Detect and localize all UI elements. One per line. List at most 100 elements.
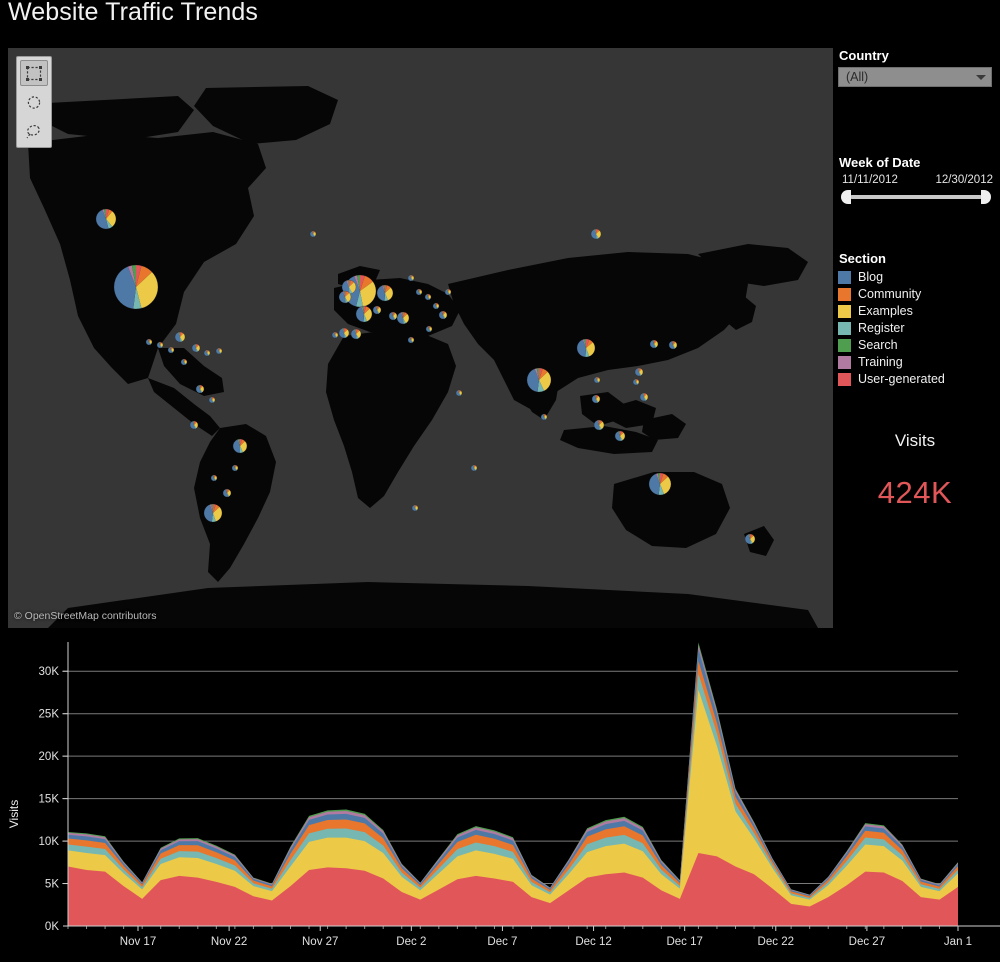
map-pie-marker[interactable] [203,349,211,357]
map-selection-toolbar[interactable] [16,56,52,148]
area-chart-svg[interactable]: 0K 5K 10K 15K 20K 25K 30K Nov 17 Nov 22 Nov 27 De… [0,636,1000,962]
slider-track[interactable] [850,195,982,199]
chevron-down-icon [976,74,986,80]
map-panel[interactable]: © OpenStreetMap contributors [8,48,833,628]
map-pie-marker[interactable] [113,264,159,310]
x-axis-tick-label: Dec 27 [849,936,885,948]
map-pie-marker[interactable] [167,346,175,354]
map-pie-marker[interactable] [432,302,440,310]
map-pie-marker[interactable] [591,394,601,404]
map-pie-marker[interactable] [180,358,188,366]
map-pie-marker[interactable] [95,208,117,230]
map-pie-marker[interactable] [639,392,649,402]
map-pie-marker[interactable] [338,327,350,339]
map-pie-marker[interactable] [590,228,602,240]
map-pie-marker[interactable] [331,331,339,339]
map-pie-marker[interactable] [411,504,419,512]
map-pie-marker[interactable] [191,343,201,353]
legend-title: Section [839,251,886,266]
map-pie-marker[interactable] [407,274,415,282]
map-pie-marker[interactable] [470,464,478,472]
map-pie-marker[interactable] [203,503,223,523]
map-pie-marker[interactable] [668,340,678,350]
x-axis-tick-label: Nov 17 [120,936,156,948]
map-pie-marker[interactable] [174,331,186,343]
legend-item-blog[interactable]: Blog [838,270,996,284]
kpi-label: Visits [894,431,936,450]
date-range-slider[interactable] [841,190,991,204]
legend-label: Examples [858,304,913,318]
map-pie-marker[interactable] [648,472,672,496]
map-pie-marker[interactable] [649,339,659,349]
map-pie-marker[interactable] [208,396,216,404]
legend-item-community[interactable]: Community [838,287,996,301]
y-axis-tick-label: 30K [39,666,60,678]
map-pie-marker[interactable] [215,347,223,355]
legend-swatch [838,321,851,335]
rectangle-select-tool[interactable] [20,60,48,86]
map-pie-marker[interactable] [376,284,394,302]
legend-swatch [838,355,851,369]
map-pie-marker[interactable] [424,293,432,301]
radial-select-tool[interactable] [20,89,48,115]
legend-label: User-generated [858,372,945,386]
map-pie-marker[interactable] [231,464,239,472]
legend-item-user-generated[interactable]: User-generated [838,372,996,386]
map-pie-marker[interactable] [438,310,448,320]
legend-item-register[interactable]: Register [838,321,996,335]
slider-handle-left[interactable] [841,190,851,204]
map-pie-marker[interactable] [455,389,463,397]
y-axis-tick-label: 5K [45,879,59,891]
legend-item-examples[interactable]: Examples [838,304,996,318]
map-pie-marker[interactable] [222,488,232,498]
date-filter-label: Week of Date [839,155,921,170]
map-pie-marker[interactable] [744,533,756,545]
map-pie-marker[interactable] [593,419,605,431]
legend-item-training[interactable]: Training [838,355,996,369]
map-pie-marker[interactable] [338,290,352,304]
map-pie-marker[interactable] [232,438,248,454]
map-pie-marker[interactable] [632,378,640,386]
map-pie-marker[interactable] [444,288,452,296]
map-pie-marker[interactable] [407,336,415,344]
map-pie-marker[interactable] [388,311,398,321]
legend-swatch [838,270,851,284]
map-pie-marker[interactable] [145,338,153,346]
x-axis-tick-label: Dec 2 [396,936,426,948]
section-legend: Section Blog Community Examples Register Sea… [838,251,996,386]
slider-handle-right[interactable] [981,190,991,204]
x-axis-tick-label: Jan 1 [944,936,972,948]
map-pie-marker[interactable] [309,230,317,238]
lasso-select-tool[interactable] [20,118,48,144]
date-range-endpoints: 11/11/2012 12/30/2012 [842,174,993,186]
map-pie-marker[interactable] [195,384,205,394]
map-attribution: © OpenStreetMap contributors [14,610,157,622]
map-pie-marker[interactable] [415,288,423,296]
legend-swatch [838,287,851,301]
country-dropdown[interactable]: (All) [838,67,992,87]
map-pie-marker[interactable] [540,413,548,421]
world-map[interactable] [8,48,833,628]
page-title: Website Traffic Trends [8,0,258,26]
legend-item-search[interactable]: Search [838,338,996,352]
y-axis-tick-label: 20K [39,751,60,763]
map-pie-marker[interactable] [355,305,373,323]
map-pie-marker[interactable] [210,474,218,482]
map-pie-marker[interactable] [614,430,626,442]
map-pie-marker[interactable] [156,341,164,349]
map-pie-marker[interactable] [526,367,552,393]
map-pie-marker[interactable] [372,305,382,315]
y-axis-tick-label: 0K [45,921,59,933]
map-pie-marker[interactable] [634,367,644,377]
legend-items: Blog Community Examples Register Search Train… [838,270,996,386]
legend-swatch [838,338,851,352]
chart-area-series[interactable] [68,642,958,926]
map-pie-marker[interactable] [425,325,433,333]
visits-over-time-chart[interactable]: 0K 5K 10K 15K 20K 25K 30K Nov 17 Nov 22 Nov 27 De… [0,636,1000,962]
map-pie-marker[interactable] [593,376,601,384]
map-pie-marker[interactable] [350,328,362,340]
map-pie-marker[interactable] [189,420,199,430]
x-axis-tick-label: Nov 27 [302,936,338,948]
map-pie-marker[interactable] [576,338,596,358]
map-pie-marker[interactable] [396,311,410,325]
